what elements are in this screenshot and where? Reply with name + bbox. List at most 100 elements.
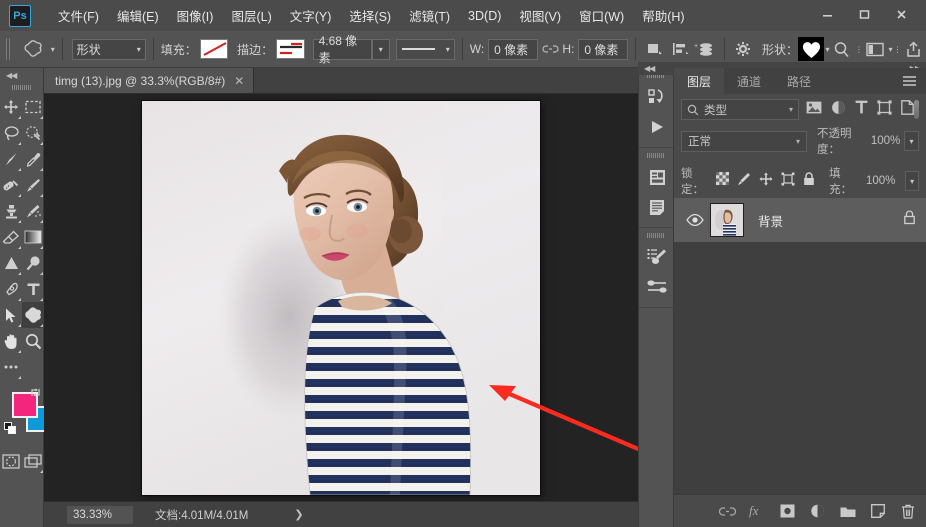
layer-name[interactable]: 背景	[758, 211, 783, 230]
fill-input[interactable]: 100%	[864, 171, 898, 191]
heart-shape-preview-icon[interactable]	[798, 37, 825, 61]
brush-tool[interactable]	[22, 172, 44, 198]
smart-object-filter-icon[interactable]	[901, 99, 914, 120]
opacity-input[interactable]: 100%	[867, 131, 904, 151]
maximize-button[interactable]	[846, 2, 883, 27]
default-colors-icon[interactable]	[4, 422, 16, 434]
new-layer-icon[interactable]	[869, 501, 886, 521]
menu-image[interactable]: 图像(I)	[168, 2, 223, 29]
path-operations-icon[interactable]	[643, 37, 668, 61]
quick-mask-icon[interactable]	[0, 448, 22, 474]
layer-lock-icon[interactable]	[903, 210, 916, 230]
rectangular-marquee-tool[interactable]	[22, 94, 44, 120]
layer-visibility-toggle[interactable]	[682, 214, 708, 226]
menu-view[interactable]: 视图(V)	[510, 2, 570, 29]
artboard[interactable]	[142, 100, 540, 495]
lock-image-pixels-icon[interactable]	[737, 172, 751, 191]
layer-filter-select[interactable]: 类型 ▾	[681, 99, 799, 120]
gradient-tool[interactable]	[22, 224, 44, 250]
layer-mask-icon[interactable]	[779, 501, 796, 521]
tab-channels[interactable]: 通道	[724, 68, 774, 94]
lock-all-icon[interactable]	[803, 171, 815, 191]
chevron-down-icon[interactable]: ▾	[889, 45, 893, 54]
close-button[interactable]	[883, 2, 920, 27]
dock-group-grip[interactable]	[647, 153, 665, 158]
notes-icon[interactable]	[639, 192, 675, 222]
layer-thumbnail[interactable]	[710, 203, 744, 237]
path-alignment-icon[interactable]	[668, 37, 693, 61]
opacity-stepper[interactable]: ▾	[903, 131, 919, 151]
screen-mode-icon[interactable]	[22, 448, 44, 474]
type-tool[interactable]	[22, 276, 44, 302]
hand-tool[interactable]	[0, 328, 22, 354]
screen-mode-icon[interactable]	[863, 37, 888, 61]
minimize-button[interactable]	[809, 2, 846, 27]
type-filter-icon[interactable]	[855, 100, 868, 119]
layer-list[interactable]: 背景	[674, 198, 926, 494]
play-actions-icon[interactable]	[639, 112, 675, 142]
panel-menu-icon[interactable]	[893, 68, 926, 94]
adjustment-layer-icon[interactable]	[809, 501, 826, 521]
tool-preset-caret-icon[interactable]: ▾	[51, 45, 55, 54]
swap-colors-icon[interactable]	[29, 386, 42, 402]
pen-tool[interactable]	[0, 276, 22, 302]
filter-toggle-switch[interactable]	[914, 100, 919, 119]
tools-panel-grip[interactable]	[11, 85, 32, 90]
zoom-tool[interactable]	[22, 328, 44, 354]
shape-filter-icon[interactable]	[877, 99, 892, 120]
share-icon[interactable]	[902, 37, 926, 61]
blur-tool[interactable]	[0, 250, 22, 276]
new-group-icon[interactable]	[839, 501, 856, 521]
brush-settings-icon[interactable]	[639, 272, 675, 302]
link-layers-icon[interactable]	[719, 501, 736, 521]
delete-layer-icon[interactable]	[899, 501, 916, 521]
menu-layer[interactable]: 图层(L)	[222, 2, 280, 29]
layer-style-fx-icon[interactable]: fx	[749, 501, 766, 521]
tools-collapse-button[interactable]: ◀◀	[0, 68, 43, 82]
document-tab[interactable]: timg (13).jpg @ 33.3%(RGB/8#) ✕	[44, 68, 255, 93]
properties-icon[interactable]	[639, 82, 675, 112]
custom-shape-tool[interactable]	[22, 302, 44, 328]
stroke-swatch[interactable]	[276, 39, 305, 59]
close-icon[interactable]: ✕	[234, 74, 244, 88]
tab-layers[interactable]: 图层	[674, 68, 725, 94]
shape-width-input[interactable]: 0 像素	[488, 38, 538, 60]
status-expand-icon[interactable]: ❯	[294, 508, 303, 521]
custom-shape-tool-icon[interactable]	[18, 37, 50, 61]
dodge-tool[interactable]	[22, 250, 44, 276]
options-bar-grip[interactable]	[6, 38, 12, 60]
menu-select[interactable]: 选择(S)	[340, 2, 400, 29]
history-brush-tool[interactable]	[22, 198, 44, 224]
healing-brush-tool[interactable]	[0, 172, 22, 198]
canvas-area[interactable]	[44, 94, 638, 501]
stroke-width-input[interactable]: 4.68 像素	[312, 34, 372, 65]
histogram-icon[interactable]	[639, 162, 675, 192]
fill-swatch[interactable]	[199, 39, 229, 59]
blend-mode-select[interactable]: 正常 ▾	[681, 130, 807, 152]
eraser-tool[interactable]	[0, 224, 22, 250]
lock-position-icon[interactable]	[759, 172, 773, 191]
brush-presets-icon[interactable]	[639, 242, 675, 272]
menu-type[interactable]: 文字(Y)	[281, 2, 341, 29]
shape-mode-select[interactable]: 形状 ▾	[71, 38, 146, 60]
collapse-panels-left-icon[interactable]: ◀◀	[644, 64, 655, 73]
path-selection-tool[interactable]	[0, 302, 22, 328]
crop-tool[interactable]	[0, 146, 22, 172]
menu-edit[interactable]: 编辑(E)	[108, 2, 168, 29]
menu-filter[interactable]: 滤镜(T)	[400, 2, 459, 29]
menu-3d[interactable]: 3D(D)	[459, 5, 510, 27]
adjustment-filter-icon[interactable]	[831, 100, 846, 120]
lock-transparent-pixels-icon[interactable]	[716, 172, 730, 190]
move-tool[interactable]	[0, 94, 22, 120]
menu-window[interactable]: 窗口(W)	[570, 2, 633, 29]
menu-help[interactable]: 帮助(H)	[633, 2, 693, 29]
edit-toolbar-tool[interactable]	[0, 354, 22, 380]
settings-gear-icon[interactable]	[732, 37, 757, 61]
clone-stamp-tool[interactable]	[0, 198, 22, 224]
lock-artboard-icon[interactable]	[781, 172, 795, 191]
link-icon[interactable]	[538, 37, 563, 61]
layer-row-background[interactable]: 背景	[674, 198, 926, 242]
pixel-filter-icon[interactable]	[806, 101, 822, 119]
path-arrangement-icon[interactable]: +	[692, 37, 717, 61]
lasso-tool[interactable]	[0, 120, 22, 146]
